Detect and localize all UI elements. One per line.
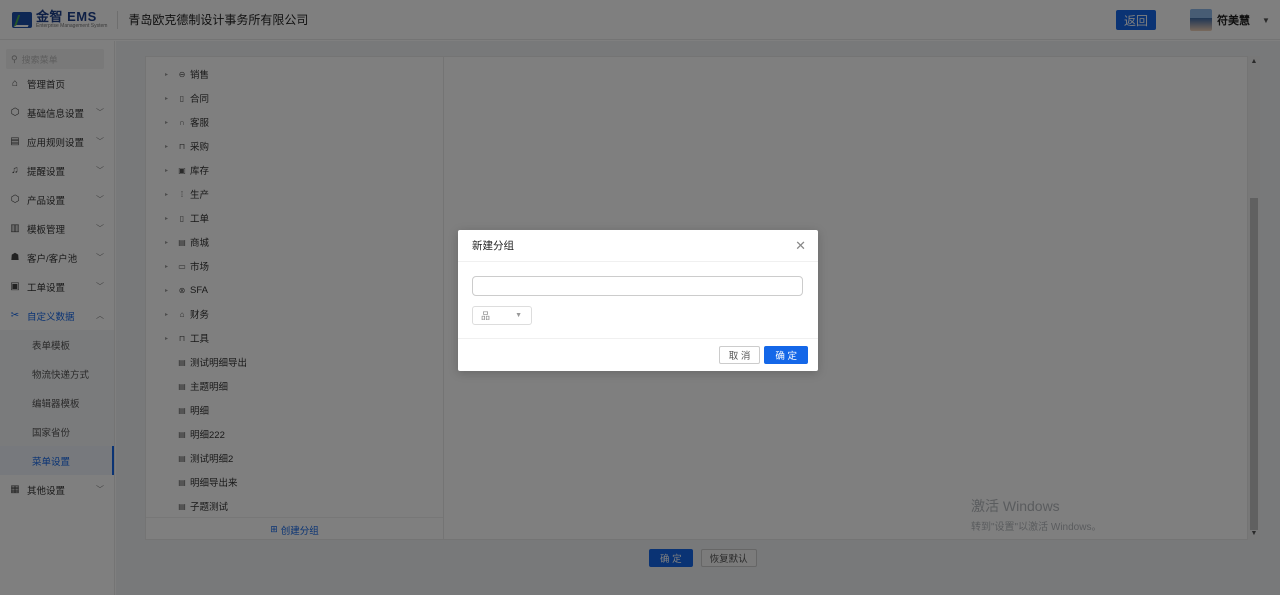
dialog-body: 品 ▼ (458, 262, 818, 339)
dialog-title: 新建分组 (472, 240, 514, 252)
new-group-dialog: 新建分组 ✕ 品 ▼ 取 消 确 定 (458, 230, 818, 371)
group-icon-select[interactable]: 品 ▼ (472, 306, 532, 325)
ok-button[interactable]: 确 定 (764, 346, 808, 364)
cancel-button[interactable]: 取 消 (718, 346, 761, 364)
selected-icon-glyph: 品 (481, 311, 491, 321)
dialog-header: 新建分组 ✕ (458, 230, 818, 262)
dialog-footer: 取 消 确 定 (458, 339, 818, 371)
caret-down-icon: ▼ (515, 312, 522, 319)
group-name-input[interactable] (472, 276, 803, 296)
close-icon[interactable]: ✕ (795, 238, 806, 254)
